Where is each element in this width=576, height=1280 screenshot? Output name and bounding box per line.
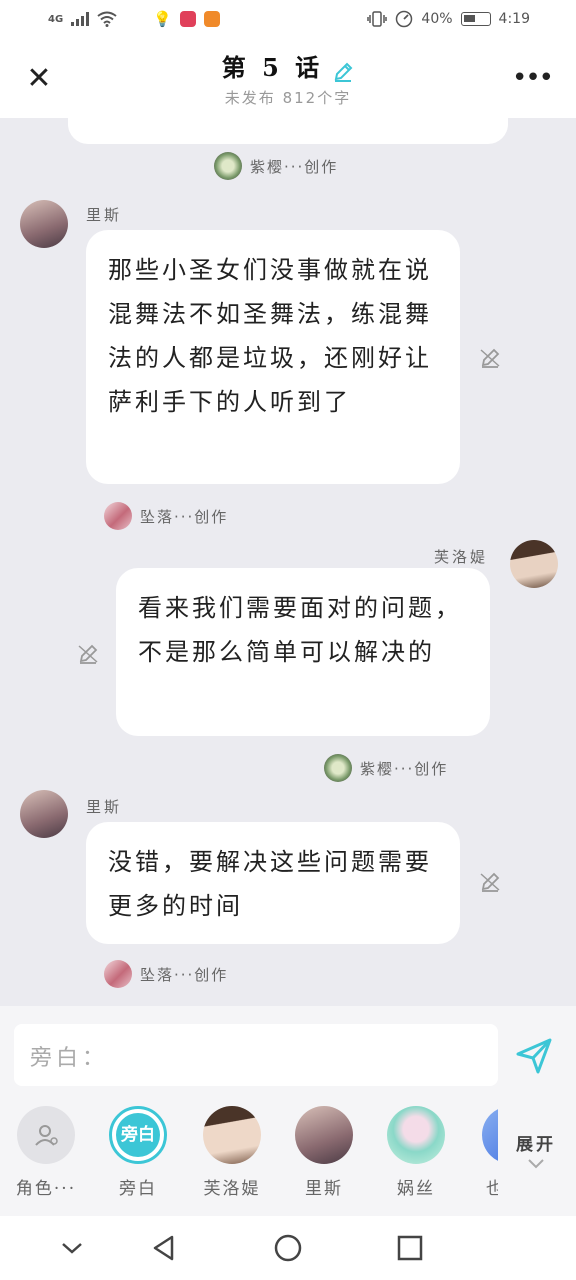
narration-badge-text: 旁白	[116, 1113, 160, 1157]
narration-badge: 旁白	[109, 1106, 167, 1164]
role-narration[interactable]: 旁白 旁白	[98, 1106, 178, 1199]
network-label: 4G	[48, 13, 64, 25]
status-bar: 4G 💡 40% 4:19	[0, 0, 576, 40]
character-avatar	[387, 1106, 445, 1164]
author-label: 紫樱···创作	[360, 759, 449, 778]
speaker-avatar[interactable]	[510, 540, 558, 588]
author-avatar	[104, 502, 132, 530]
role-character[interactable]: 娲丝	[376, 1106, 456, 1199]
author-avatar	[324, 754, 352, 782]
speaker-avatar[interactable]	[20, 200, 68, 248]
hide-keyboard-icon[interactable]	[56, 1232, 88, 1264]
speaker-avatar[interactable]	[20, 790, 68, 838]
battery-percent: 40%	[421, 11, 453, 27]
edit-message-icon[interactable]	[76, 642, 100, 666]
app-icon-red	[179, 11, 196, 27]
role-label: 娲丝	[397, 1179, 435, 1199]
message-author: 紫樱···创作	[324, 754, 448, 782]
role-character[interactable]: 也	[468, 1106, 498, 1199]
previous-message-bubble[interactable]	[68, 118, 508, 144]
send-icon[interactable]	[514, 1036, 554, 1076]
bulb-icon: 💡	[153, 10, 172, 28]
speed-gauge-icon	[396, 10, 413, 28]
chat-area[interactable]: 紫樱···创作 里斯 那些小圣女们没事做就在说混舞法不如圣舞法，练混舞法的人都是…	[0, 118, 576, 1006]
composer: 旁白：	[0, 1006, 576, 1100]
person-icon	[17, 1106, 75, 1164]
speaker-name: 芙洛媞	[434, 548, 489, 566]
author-avatar	[214, 152, 242, 180]
status-right: 40% 4:19	[367, 10, 530, 28]
message-author: 坠落···创作	[104, 960, 228, 988]
expand-label: 展开	[516, 1135, 556, 1155]
message-bubble[interactable]: 没错，要解决这些问题需要更多的时间	[86, 822, 460, 944]
role-character[interactable]: 芙洛媞	[192, 1106, 272, 1199]
episode-title[interactable]: 第 5 话	[222, 53, 323, 82]
system-nav-bar	[0, 1216, 576, 1280]
message-bubble[interactable]: 看来我们需要面对的问题，不是那么简单可以解决的	[116, 568, 490, 736]
status-left: 4G 💡	[48, 10, 220, 28]
author-label: 坠落···创作	[140, 507, 229, 526]
character-avatar	[295, 1106, 353, 1164]
message-author: 坠落···创作	[104, 502, 228, 530]
message-bubble[interactable]: 那些小圣女们没事做就在说混舞法不如圣舞法，练混舞法的人都是垃圾，还刚好让萨利手下…	[86, 230, 460, 484]
role-character[interactable]: 里斯	[284, 1106, 364, 1199]
author-label: 坠落···创作	[140, 965, 229, 984]
edit-title-icon[interactable]	[332, 61, 354, 83]
edit-message-icon[interactable]	[478, 346, 502, 370]
edit-message-icon[interactable]	[478, 870, 502, 894]
author-avatar	[104, 960, 132, 988]
signal-icon	[71, 12, 90, 26]
speaker-name: 里斯	[86, 798, 123, 816]
recents-icon[interactable]	[394, 1232, 426, 1264]
role-label: 也	[486, 1179, 498, 1199]
expand-button[interactable]: 展开	[506, 1130, 566, 1174]
role-manage[interactable]: 角色···	[6, 1106, 86, 1199]
character-avatar	[482, 1106, 498, 1164]
author-label: 紫樱···创作	[250, 157, 339, 176]
character-avatar	[203, 1106, 261, 1164]
title-area: 第 5 话 未发布 812个字	[0, 48, 576, 108]
role-label: 里斯	[305, 1179, 343, 1199]
battery-icon	[460, 12, 491, 26]
role-label: 角色···	[15, 1179, 77, 1199]
wifi-icon	[97, 11, 117, 27]
narration-input[interactable]: 旁白：	[14, 1024, 498, 1086]
vibrate-icon	[367, 11, 388, 27]
chevron-down-icon	[528, 1159, 544, 1169]
message-author: 紫樱···创作	[214, 152, 338, 180]
role-picker: 角色··· 旁白 旁白 芙洛媞 里斯 娲丝 也 展开	[0, 1100, 576, 1216]
back-icon[interactable]	[148, 1232, 180, 1264]
speaker-name: 里斯	[86, 206, 123, 224]
role-label: 旁白	[119, 1179, 157, 1199]
word-count: 未发布 812个字	[224, 89, 352, 107]
home-icon[interactable]	[272, 1232, 304, 1264]
role-label: 芙洛媞	[203, 1179, 261, 1199]
clock: 4:19	[498, 11, 530, 27]
app-icon-orange	[203, 11, 220, 27]
editor-header: ✕ 第 5 话 未发布 812个字 •••	[0, 40, 576, 118]
more-options-button[interactable]: •••	[512, 65, 554, 91]
